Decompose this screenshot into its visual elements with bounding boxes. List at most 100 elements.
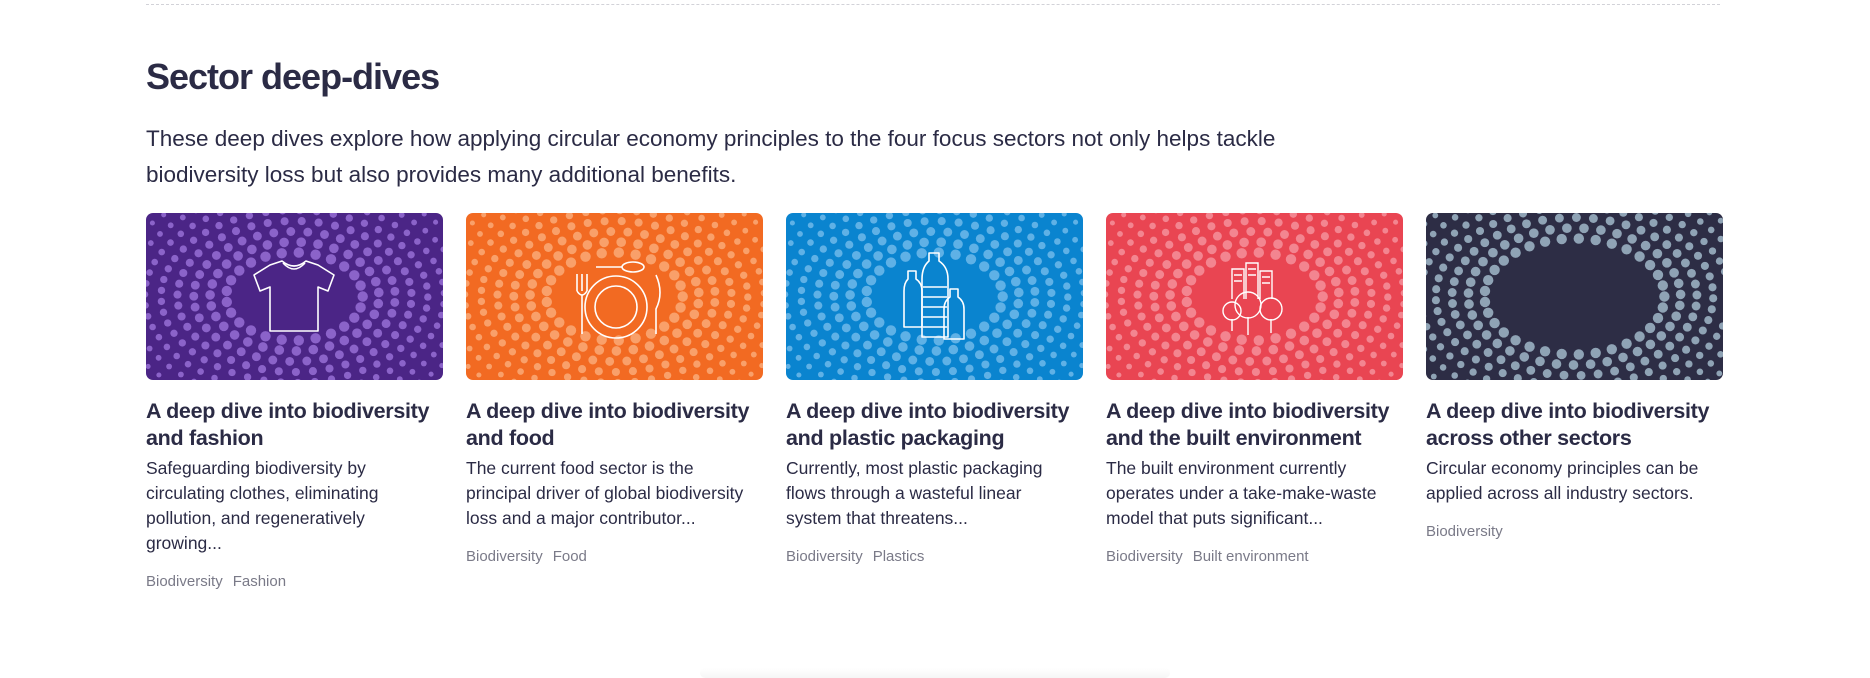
card-title[interactable]: A deep dive into biodiversity and food (466, 398, 763, 452)
pattern-dot (1234, 367, 1243, 376)
pattern-dot (666, 226, 675, 235)
pattern-dot (1367, 288, 1376, 297)
pattern-dot (486, 363, 493, 370)
tag[interactable]: Built environment (1193, 548, 1309, 565)
card-other-sectors[interactable]: A deep dive into biodiversity across oth… (1426, 213, 1723, 590)
pattern-dot (588, 355, 598, 365)
pattern-dot (1137, 312, 1146, 321)
pattern-dot (231, 227, 241, 236)
tag[interactable]: Biodiversity (1106, 548, 1183, 565)
pattern-dot (205, 240, 214, 249)
pattern-dot (920, 217, 929, 226)
pattern-dot (1033, 257, 1042, 266)
card-title[interactable]: A deep dive into biodiversity and fashio… (146, 398, 443, 452)
card-grid: A deep dive into biodiversity and fashio… (146, 213, 1723, 590)
pattern-dot (1345, 353, 1354, 361)
pattern-dot (1449, 277, 1459, 287)
tag[interactable]: Plastics (873, 548, 925, 565)
pattern-dot (1634, 213, 1643, 222)
pattern-dot (730, 351, 737, 359)
pattern-dot (1197, 236, 1207, 246)
card-plastics[interactable]: A deep dive into biodiversity and plasti… (786, 213, 1083, 590)
tag[interactable]: Fashion (233, 573, 286, 590)
pattern-dot (861, 259, 872, 269)
pattern-dot (670, 239, 680, 249)
pattern-dot (531, 332, 541, 342)
pattern-dot (538, 321, 549, 332)
pattern-dot (807, 239, 814, 246)
pattern-dot (1526, 365, 1536, 375)
pattern-dot (1370, 351, 1377, 359)
card-title[interactable]: A deep dive into biodiversity and the bu… (1106, 398, 1403, 452)
pattern-dot (1115, 354, 1122, 361)
card-built-environment[interactable]: A deep dive into biodiversity and the bu… (1106, 213, 1403, 590)
pattern-dot (795, 333, 803, 341)
pattern-dot (1709, 294, 1718, 303)
pattern-dot (484, 319, 492, 327)
pattern-dot (1430, 373, 1437, 380)
pattern-dot (1196, 347, 1206, 357)
pattern-dot (669, 312, 680, 323)
pattern-dot (1285, 364, 1294, 373)
pattern-dot (861, 296, 872, 308)
pattern-dot (1390, 257, 1397, 265)
pattern-dot (1687, 268, 1696, 278)
card-image[interactable] (786, 213, 1083, 380)
pattern-dot (1652, 269, 1664, 281)
pattern-dot (1329, 309, 1340, 320)
card-image[interactable] (146, 213, 443, 380)
pattern-dot (1106, 269, 1113, 276)
pattern-dot (151, 258, 158, 266)
tag[interactable]: Biodiversity (1426, 523, 1503, 540)
pattern-dot (789, 220, 795, 226)
pattern-dot (390, 297, 400, 307)
pattern-dot (407, 288, 416, 297)
pattern-dot (824, 360, 832, 368)
pattern-dot (669, 270, 680, 281)
pattern-dot (1605, 216, 1615, 226)
pattern-dot (1446, 352, 1454, 360)
pattern-dot (533, 363, 542, 371)
pattern-dot (1382, 304, 1391, 312)
pattern-dot (1707, 360, 1715, 367)
tag[interactable]: Biodiversity (786, 548, 863, 565)
pattern-dot (891, 352, 901, 362)
pattern-dot (1167, 279, 1178, 289)
pattern-dot (228, 368, 236, 377)
pattern-dot (1309, 344, 1319, 354)
pattern-dot (693, 328, 703, 338)
pattern-dot (385, 353, 394, 361)
card-image[interactable] (466, 213, 763, 380)
pattern-dot (1366, 335, 1374, 343)
pattern-dot (1358, 321, 1367, 330)
pattern-dot (750, 351, 757, 358)
pattern-dot (471, 258, 478, 266)
tag[interactable]: Biodiversity (146, 573, 223, 590)
pattern-dot (1690, 229, 1698, 237)
card-food[interactable]: A deep dive into biodiversity and food T… (466, 213, 763, 590)
pattern-dot (553, 251, 563, 261)
card-image[interactable] (1426, 213, 1723, 380)
pattern-dot (682, 319, 693, 330)
pattern-dot (747, 332, 755, 340)
pattern-dot (870, 216, 878, 224)
pattern-dot (551, 227, 561, 236)
pattern-dot (1358, 241, 1366, 250)
pattern-dot (806, 363, 813, 370)
pattern-dot (1202, 337, 1213, 347)
pattern-dot (1659, 291, 1670, 302)
card-title[interactable]: A deep dive into biodiversity across oth… (1426, 398, 1723, 452)
pattern-dot (1047, 251, 1055, 259)
section-intro: These deep dives explore how applying ci… (146, 126, 1276, 187)
pattern-dot (828, 348, 837, 356)
pattern-dot (877, 236, 887, 246)
pattern-dot (885, 325, 897, 336)
card-fashion[interactable]: A deep dive into biodiversity and fashio… (146, 213, 443, 590)
tag[interactable]: Biodiversity (466, 548, 543, 565)
pattern-dot (1149, 291, 1159, 301)
pattern-dot (659, 321, 670, 332)
card-image[interactable] (1106, 213, 1403, 380)
pattern-dot (414, 325, 422, 333)
tag[interactable]: Food (553, 548, 587, 565)
card-title[interactable]: A deep dive into biodiversity and plasti… (786, 398, 1083, 452)
